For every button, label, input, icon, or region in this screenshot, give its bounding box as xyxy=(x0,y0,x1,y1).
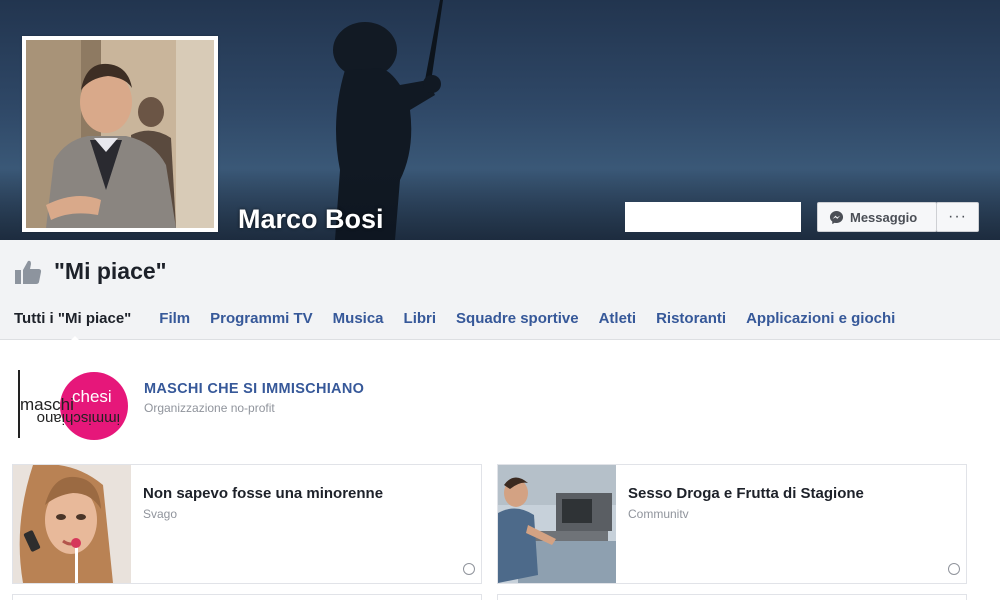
blank-box xyxy=(625,202,801,232)
tab-athletes[interactable]: Atleti xyxy=(599,310,637,327)
profile-name[interactable]: Marco Bosi xyxy=(238,204,384,235)
page-category: Organizzazione no-profit xyxy=(144,401,275,415)
logo-text-chesi: chesi xyxy=(72,387,112,406)
likes-title-text: "Mi piace" xyxy=(54,258,167,284)
likes-tabs: Tutti i "Mi piace" Film Programmi TV Mus… xyxy=(14,310,915,345)
more-options-button[interactable]: ··· xyxy=(936,202,979,232)
page-logo: maschi chesi immischiano xyxy=(12,356,132,452)
tab-film[interactable]: Film xyxy=(159,310,190,327)
liked-page-card[interactable]: Sesso Droga e Frutta di Stagione Communi… xyxy=(497,464,967,584)
profile-photo xyxy=(26,40,214,228)
messenger-icon xyxy=(829,210,844,224)
globe-icon xyxy=(948,563,960,575)
page-category: Svago xyxy=(143,507,178,521)
tab-restaurants[interactable]: Ristoranti xyxy=(656,310,726,327)
tab-sports-teams[interactable]: Squadre sportive xyxy=(456,310,579,327)
tab-music[interactable]: Musica xyxy=(333,310,384,327)
profile-picture[interactable] xyxy=(22,36,218,232)
likes-title: "Mi piace" xyxy=(14,258,167,285)
page-title[interactable]: Sesso Droga e Frutta di Stagione xyxy=(628,485,864,502)
thumbs-up-icon xyxy=(15,260,42,284)
tab-tv-programs[interactable]: Programmi TV xyxy=(210,310,313,327)
tab-all-likes[interactable]: Tutti i "Mi piace" xyxy=(14,310,131,345)
page-thumbnail xyxy=(13,465,131,583)
liked-page-card[interactable]: Non sapevo fosse una minorenne Svago xyxy=(12,464,482,584)
globe-icon xyxy=(463,563,475,575)
message-button-label: Messaggio xyxy=(850,209,918,225)
logo-text-immischiano: immischiano xyxy=(37,410,120,427)
page-category: Communitv xyxy=(628,507,689,521)
tab-books[interactable]: Libri xyxy=(404,310,437,327)
tab-apps-games[interactable]: Applicazioni e giochi xyxy=(746,310,895,327)
partial-card xyxy=(12,594,482,600)
message-button[interactable]: Messaggio xyxy=(817,202,937,232)
likes-header: "Mi piace" Tutti i "Mi piace" Film Progr… xyxy=(0,240,1000,345)
page-title[interactable]: MASCHI CHE SI IMMISCHIANO xyxy=(144,381,364,397)
page-thumbnail xyxy=(498,465,616,583)
page-title[interactable]: Non sapevo fosse una minorenne xyxy=(143,485,383,502)
partial-card xyxy=(497,594,967,600)
more-icon: ··· xyxy=(948,208,967,225)
liked-page-card[interactable]: maschi chesi immischiano MASCHI CHE SI I… xyxy=(12,356,484,452)
